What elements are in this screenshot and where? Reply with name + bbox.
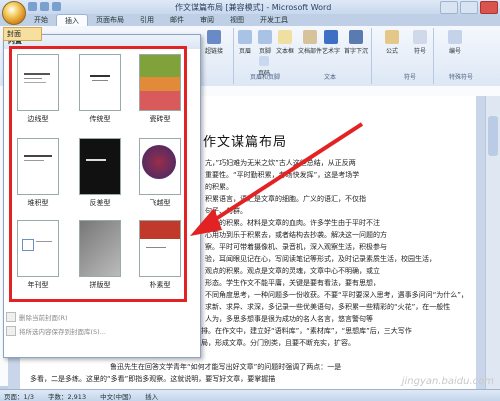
annotation-arrow [190, 122, 364, 236]
arrow-head [190, 208, 222, 236]
arrow-shaft [206, 122, 364, 226]
